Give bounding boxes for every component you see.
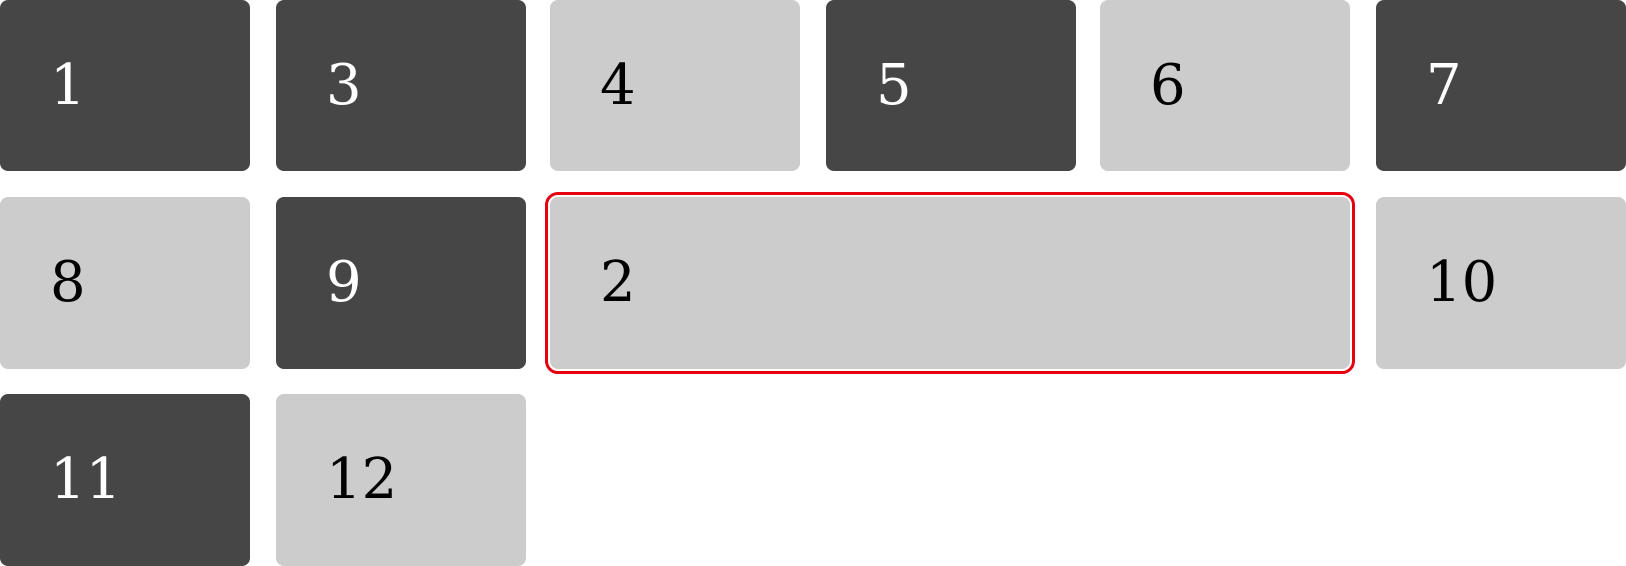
tile-8[interactable]: 8 [0,197,250,369]
tile-4[interactable]: 4 [550,0,800,171]
tile-6[interactable]: 6 [1100,0,1350,171]
tile-label: 5 [876,52,912,118]
tile-1[interactable]: 1 [0,0,250,171]
tile-3[interactable]: 3 [276,0,526,171]
tile-label: 10 [1426,250,1498,315]
tile-12[interactable]: 12 [276,394,526,566]
tile-label: 12 [326,447,398,512]
tile-5[interactable]: 5 [826,0,1076,171]
tile-label: 4 [600,52,636,118]
tile-2-selected[interactable]: 2 [545,192,1355,374]
tile-9[interactable]: 9 [276,197,526,369]
tile-10[interactable]: 10 [1376,197,1626,369]
tile-label: 9 [326,250,362,315]
tile-grid: 1 3 4 5 6 7 8 9 2 10 11 12 [0,0,1626,566]
tile-label: 11 [50,447,122,512]
tile-label: 8 [50,250,86,315]
tile-label: 2 [600,250,636,315]
tile-label: 7 [1426,52,1462,118]
tile-7[interactable]: 7 [1376,0,1626,171]
tile-label: 6 [1150,52,1186,118]
tile-11[interactable]: 11 [0,394,250,566]
tile-label: 3 [326,52,362,118]
tile-label: 1 [50,52,86,118]
